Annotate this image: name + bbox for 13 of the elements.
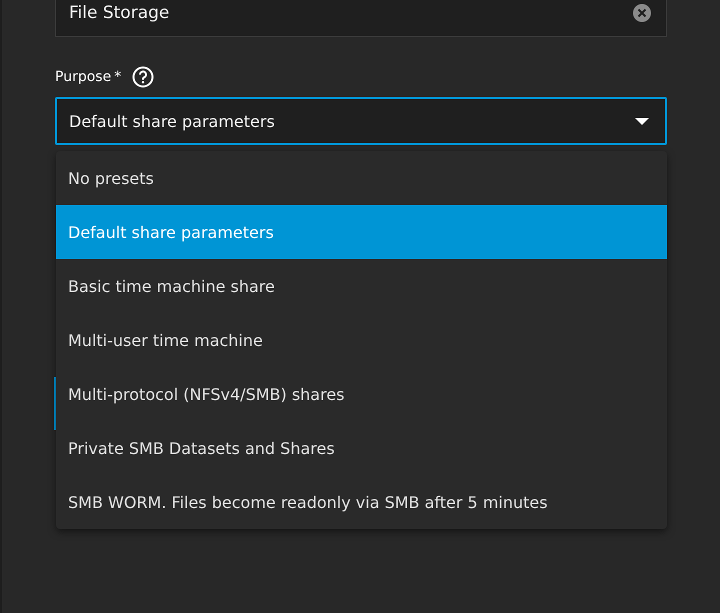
purpose-select[interactable]: Default share parameters <box>55 97 667 145</box>
menu-option[interactable]: SMB WORM. Files become readonly via SMB after 5 minutes <box>56 475 667 529</box>
menu-option[interactable]: Multi-protocol (NFSv4/SMB) shares <box>56 367 667 421</box>
help-icon[interactable] <box>132 66 154 88</box>
menu-option[interactable]: Basic time machine share <box>56 259 667 313</box>
menu-option[interactable]: Multi-user time machine <box>56 313 667 367</box>
caret-icon <box>635 118 649 124</box>
required-mark: * <box>114 69 122 85</box>
clear-icon[interactable] <box>633 4 651 22</box>
menu-option[interactable]: Private SMB Datasets and Shares <box>56 421 667 475</box>
field-label: Purpose <box>55 69 112 85</box>
menu-option[interactable]: No presets <box>56 151 667 205</box>
name-field[interactable]: File Storage <box>55 0 667 37</box>
